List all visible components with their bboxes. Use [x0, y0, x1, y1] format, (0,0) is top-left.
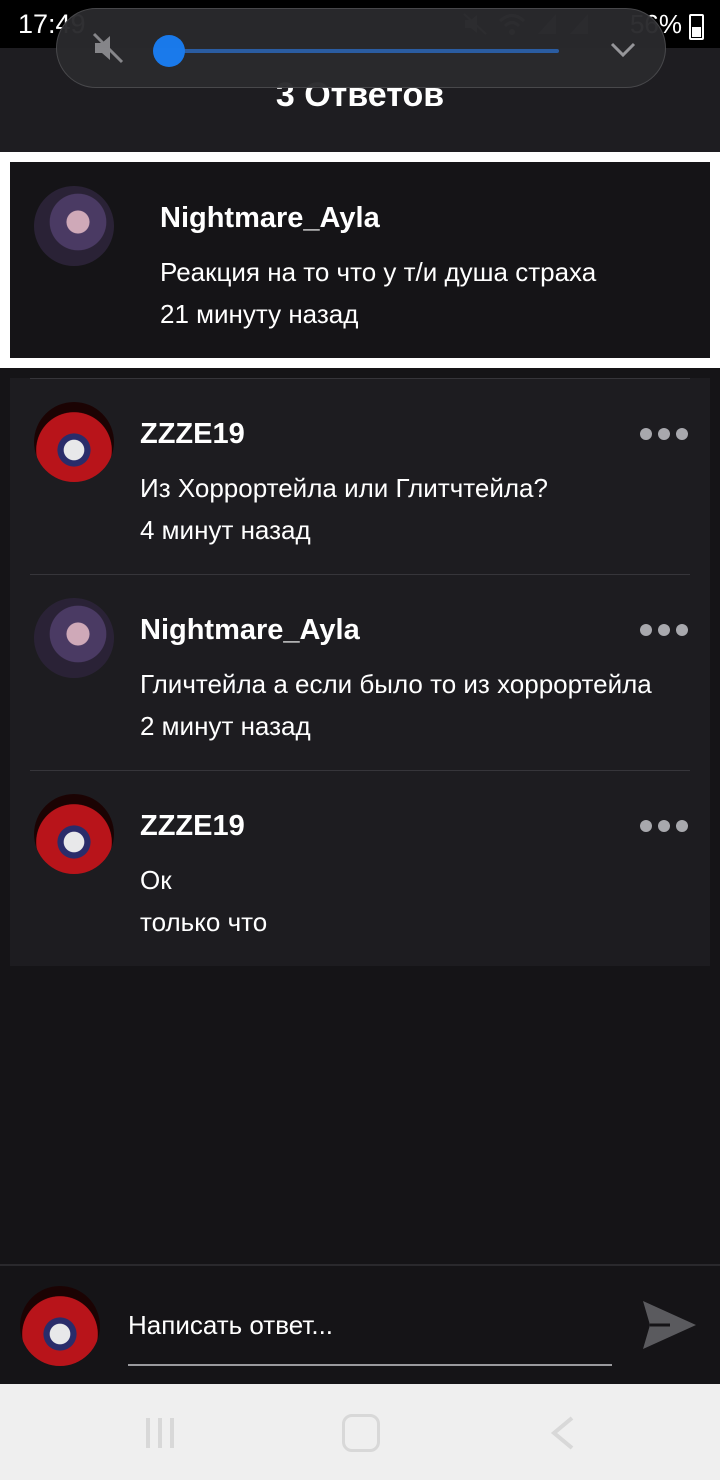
- back-icon[interactable]: [548, 1416, 578, 1450]
- more-options-icon[interactable]: [640, 426, 690, 442]
- reply-text: Из Хоррортейла или Глитчтейла?: [140, 473, 548, 503]
- more-options-icon[interactable]: [640, 818, 690, 834]
- reply-item: ZZZE19 Из Хоррортейла или Глитчтейла? 4 …: [10, 378, 710, 574]
- reply-composer: Написать ответ...: [0, 1264, 720, 1386]
- user-avatar-red[interactable]: [34, 794, 114, 874]
- home-icon[interactable]: [342, 1414, 380, 1452]
- reply-text: Гличтейла а если было то из хоррортейла: [140, 669, 652, 699]
- divider: [30, 770, 690, 771]
- battery-icon: [689, 14, 704, 40]
- volume-slider-track[interactable]: [169, 49, 559, 53]
- volume-slider-handle[interactable]: [153, 35, 185, 67]
- divider: [30, 574, 690, 575]
- reply-author[interactable]: ZZZE19: [140, 418, 245, 451]
- reply-time: 2 минут назад: [140, 711, 311, 741]
- user-avatar-purple[interactable]: [34, 598, 114, 678]
- parent-comment-frame: Nightmare_Ayla Реакция на то что у т/и д…: [0, 152, 720, 368]
- mute-icon[interactable]: [91, 31, 125, 65]
- more-options-icon[interactable]: [640, 622, 690, 638]
- reply-text: Ок: [140, 865, 172, 895]
- chevron-down-icon[interactable]: [607, 33, 639, 65]
- replies-list: ZZZE19 Из Хоррортейла или Глитчтейла? 4 …: [10, 378, 710, 966]
- reply-author[interactable]: Nightmare_Ayla: [140, 614, 360, 647]
- system-nav-bar: [0, 1384, 720, 1480]
- reply-item: ZZZE19 Ок только что: [10, 770, 710, 966]
- reply-time: только что: [140, 907, 268, 937]
- user-avatar-red: [20, 1286, 100, 1366]
- user-avatar-purple[interactable]: [34, 186, 114, 266]
- volume-panel: [56, 8, 666, 88]
- comment-time: 21 минуту назад: [160, 299, 359, 329]
- divider: [30, 378, 690, 379]
- parent-comment: Nightmare_Ayla Реакция на то что у т/и д…: [10, 162, 710, 358]
- send-icon[interactable]: [640, 1298, 698, 1352]
- reply-author[interactable]: ZZZE19: [140, 810, 245, 843]
- comment-text: Реакция на то что у т/и душа страха: [160, 257, 597, 287]
- recent-apps-icon[interactable]: [142, 1416, 178, 1450]
- reply-time: 4 минут назад: [140, 515, 311, 545]
- reply-input-underline: [128, 1364, 612, 1366]
- user-avatar-red[interactable]: [34, 402, 114, 482]
- reply-item: Nightmare_Ayla Гличтейла а если было то …: [10, 574, 710, 770]
- reply-input[interactable]: Написать ответ...: [128, 1310, 333, 1341]
- comment-author[interactable]: Nightmare_Ayla: [160, 202, 380, 235]
